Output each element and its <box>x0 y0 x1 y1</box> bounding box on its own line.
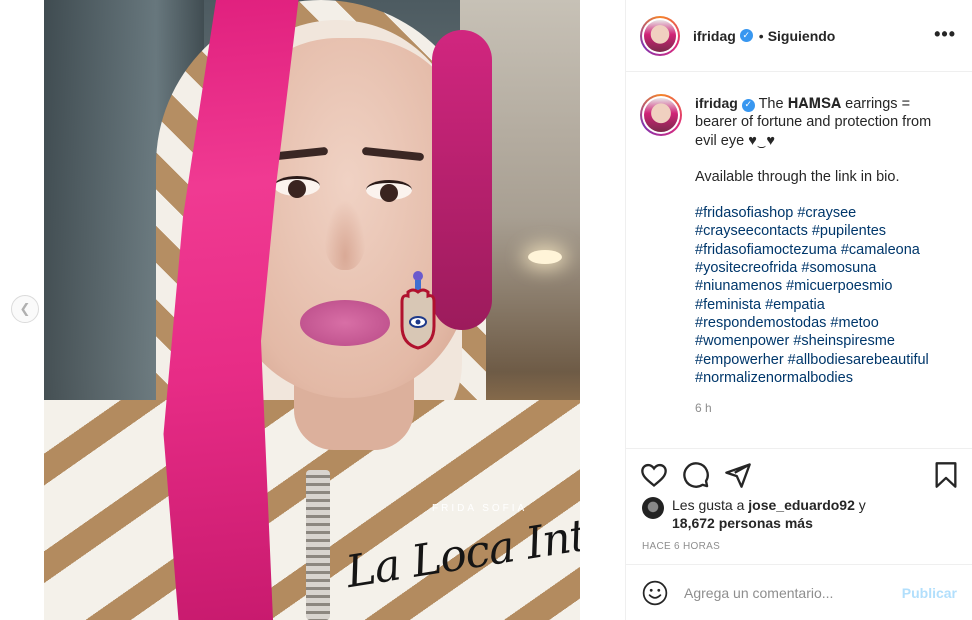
hashtag-line[interactable]: #womenpower #sheinspiresme <box>695 332 945 350</box>
publish-button[interactable]: Publicar <box>902 585 957 601</box>
previous-post-button[interactable]: ❮ <box>11 295 39 323</box>
bookmark-icon[interactable] <box>932 461 960 489</box>
photo-left-eye <box>274 176 320 198</box>
comment-bar: Publicar <box>626 564 972 620</box>
verified-icon: ✓ <box>739 29 753 42</box>
emoji-icon[interactable] <box>642 580 668 606</box>
header-username[interactable]: ifridag <box>693 28 736 44</box>
heart-icon[interactable] <box>640 461 668 489</box>
photo-lips <box>300 300 390 346</box>
hashtag-line[interactable]: #fridasofiamoctezuma #camaleona <box>695 241 945 259</box>
caption-time: 6 h <box>695 401 712 416</box>
post-photo[interactable]: FRIDA SOFIA La Loca Inteligente <box>44 0 580 620</box>
liker-username[interactable]: jose_eduardo92 <box>748 497 855 513</box>
posted-timestamp[interactable]: HACE 6 HORAS <box>642 541 720 552</box>
hashtag-line[interactable]: #feminista #empatia <box>695 296 945 314</box>
hashtag-line[interactable]: #empowerher #allbodiesarebeautiful <box>695 351 945 369</box>
verified-icon: ✓ <box>741 98 755 112</box>
separator-dot: • <box>758 27 764 44</box>
hashtag-line[interactable]: #crayseecontacts #pupilentes <box>695 222 945 240</box>
likes-text: Les gusta a jose_eduardo92 y 18,672 pers… <box>672 496 902 532</box>
caption-avatar[interactable] <box>640 94 682 136</box>
caption-area[interactable]: ifridag ✓ The 𝐇𝐀𝐌𝐒𝐀 earrings = bearer of … <box>626 72 972 448</box>
avatar[interactable] <box>640 15 680 56</box>
hashtag-line[interactable]: #niunamenos #micuerpoesmio <box>695 277 945 295</box>
post-side-panel: ifridag ✓ • Siguiendo ••• ifridag ✓ The 𝐇… <box>625 0 972 620</box>
chevron-left-icon: ❮ <box>19 301 31 317</box>
action-bar <box>626 448 972 498</box>
share-icon[interactable] <box>724 461 752 489</box>
post-header: ifridag ✓ • Siguiendo ••• <box>626 0 972 72</box>
hashtag-list: #fridasofiashop #craysee #crayseecontact… <box>695 204 945 387</box>
caption-row: ifridag ✓ The 𝐇𝐀𝐌𝐒𝐀 earrings = bearer of … <box>640 94 959 417</box>
photo-zipper <box>306 470 330 620</box>
comment-input[interactable] <box>684 584 884 601</box>
hamsa-earring-icon <box>400 271 436 350</box>
photo-hair-right <box>432 30 492 330</box>
hashtag-line[interactable]: #normalizenormalbodies <box>695 369 945 387</box>
caption-line: Available through the link in bio. <box>695 168 900 185</box>
hashtag-line[interactable]: #respondemostodas #metoo <box>695 314 945 332</box>
likes-prefix: Les gusta a <box>672 497 749 513</box>
likes-count[interactable]: 18,672 personas más <box>672 515 813 531</box>
likes-connector: y <box>854 497 866 513</box>
comment-icon[interactable] <box>682 461 710 489</box>
liker-avatar[interactable] <box>642 497 664 519</box>
photo-right-eye <box>366 180 412 202</box>
likes-summary: Les gusta a jose_eduardo92 y 18,672 pers… <box>642 496 902 532</box>
photo-nose <box>324 200 366 270</box>
photo-lamp <box>528 250 562 264</box>
caption-text: ifridag ✓ The 𝐇𝐀𝐌𝐒𝐀 earrings = bearer of … <box>695 94 945 417</box>
hashtag-line[interactable]: #yositecreofrida #somosuna <box>695 259 945 277</box>
following-button[interactable]: Siguiendo <box>768 28 836 44</box>
caption-username[interactable]: ifridag <box>695 95 738 111</box>
brand-watermark-small: FRIDA SOFIA <box>432 503 528 514</box>
hashtag-line[interactable]: #fridasofiashop #craysee <box>695 204 945 222</box>
more-icon[interactable]: ••• <box>934 24 956 45</box>
